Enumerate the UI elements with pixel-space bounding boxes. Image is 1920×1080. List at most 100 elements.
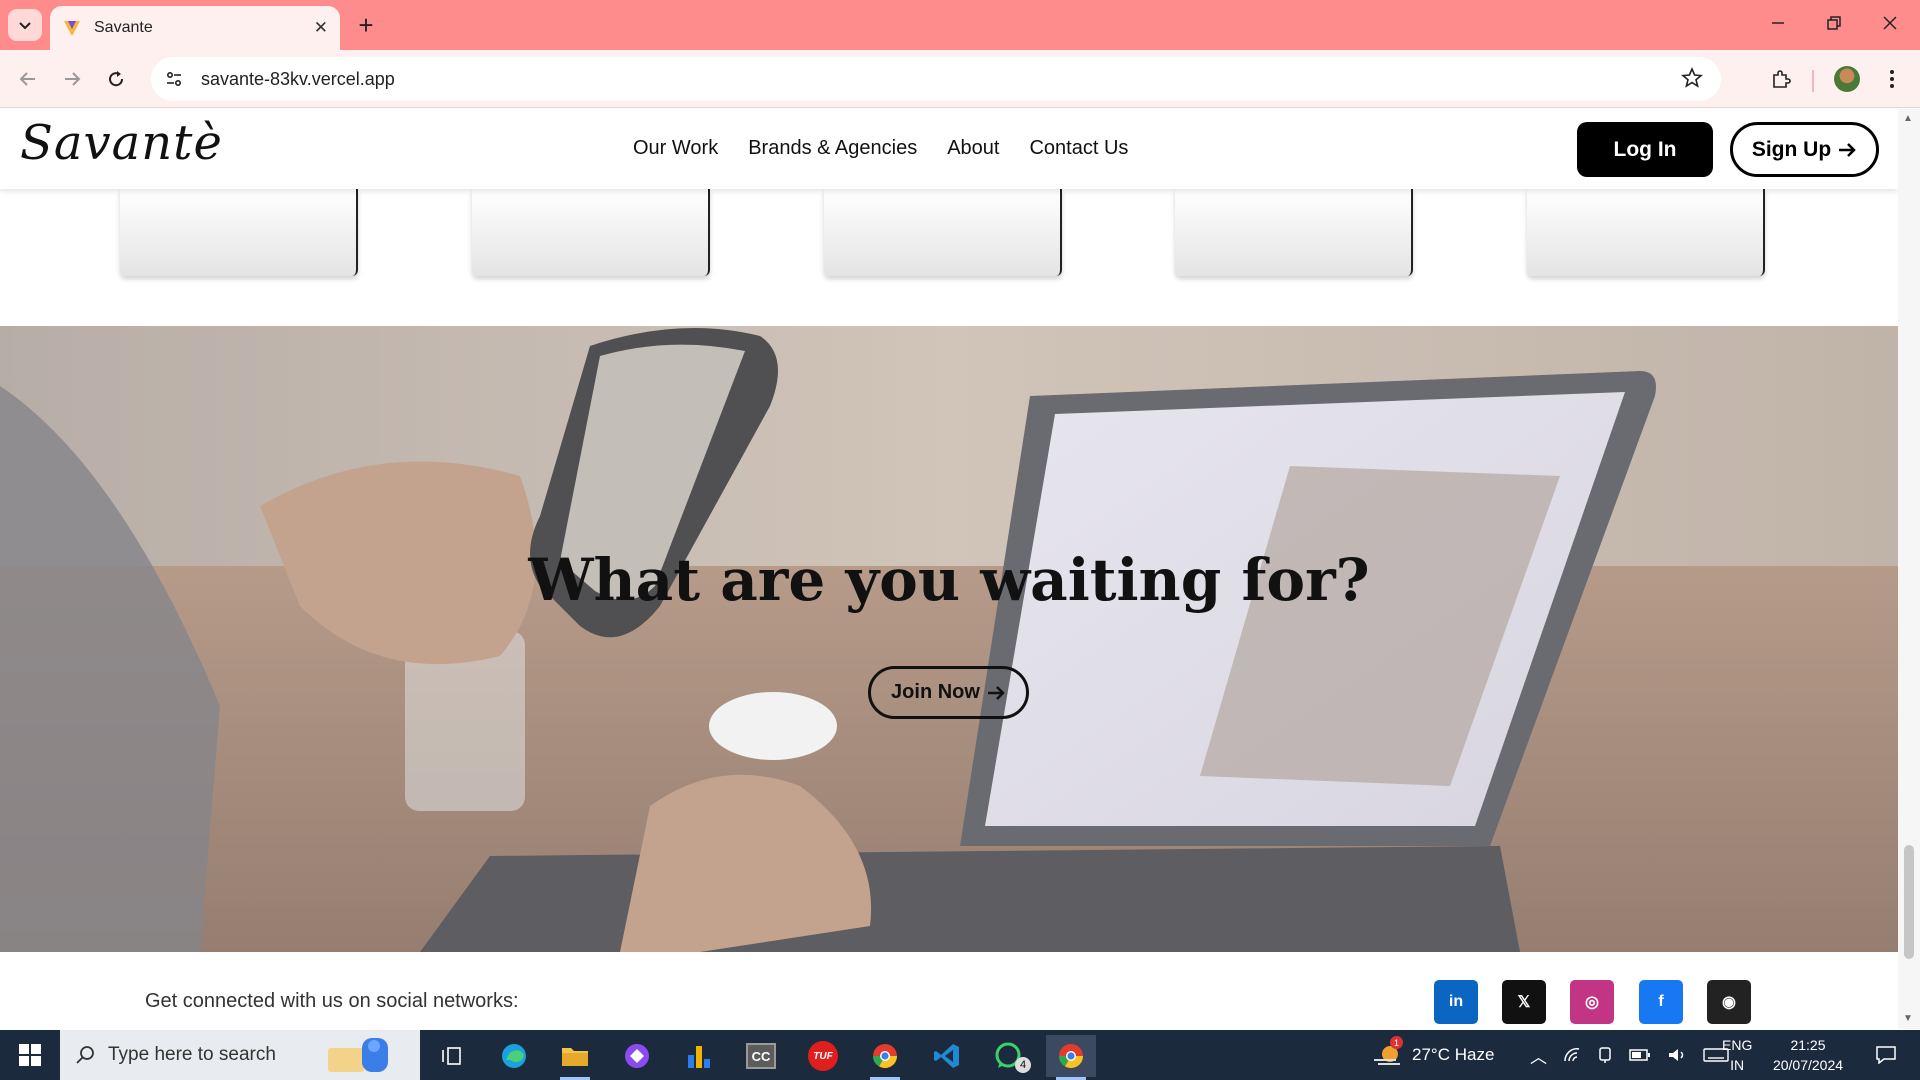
task-view-button[interactable] [427, 1035, 477, 1077]
edge-app[interactable] [489, 1035, 539, 1077]
savante-favicon-icon [64, 21, 80, 36]
cc-icon: CC [746, 1043, 776, 1069]
minimize-icon [1772, 22, 1784, 24]
battery-icon[interactable] [1629, 1048, 1651, 1062]
task-view-icon [442, 1047, 461, 1065]
chrome-app-active[interactable] [1046, 1035, 1096, 1080]
diamond-app-icon [625, 1044, 649, 1068]
charts-app[interactable] [674, 1035, 724, 1077]
weather-text: 27°C Haze [1412, 1045, 1495, 1064]
forward-button[interactable] [56, 63, 88, 95]
new-tab-button[interactable]: + [352, 12, 380, 40]
bookmark-star-icon[interactable] [1681, 66, 1703, 94]
notification-icon [1876, 1046, 1896, 1064]
visual-studio-app[interactable] [612, 1035, 662, 1077]
close-tab-icon[interactable]: ✕ [314, 18, 328, 38]
weather-badge: 1 [1390, 1036, 1403, 1049]
browser-toolbar: savante-83kv.vercel.app [0, 50, 1920, 108]
close-window-button[interactable] [1862, 10, 1918, 40]
nav-contact-us[interactable]: Contact Us [1029, 137, 1128, 160]
meet-now-icon[interactable] [1597, 1046, 1613, 1064]
linkedin-icon[interactable]: in [1434, 980, 1478, 1024]
volume-icon[interactable] [1667, 1047, 1687, 1063]
reload-button[interactable] [100, 63, 132, 95]
tuf-icon: TUF [808, 1041, 838, 1071]
feature-card [1527, 189, 1765, 276]
vscode-icon [934, 1044, 959, 1068]
chrome-icon [873, 1044, 897, 1069]
minimize-button[interactable] [1750, 10, 1806, 40]
tuf-app[interactable]: TUF [798, 1035, 848, 1077]
instagram-glyph: ◎ [1585, 994, 1599, 1011]
vscode-app[interactable] [922, 1035, 972, 1077]
hero-overlay [0, 326, 1898, 952]
weather-widget[interactable]: 1 27°C Haze [1372, 1030, 1494, 1080]
taskbar-search[interactable]: Type here to search [60, 1030, 420, 1080]
language-code: ENG [1722, 1037, 1753, 1053]
clock[interactable]: 21:25 20/07/2024 [1768, 1030, 1848, 1080]
site-logo[interactable]: Savantè [20, 115, 223, 171]
scroll-down-icon[interactable]: ▼ [1903, 1013, 1913, 1024]
login-label: Log In [1613, 137, 1677, 161]
nav-about[interactable]: About [947, 137, 999, 160]
signup-label: Sign Up [1751, 137, 1832, 161]
reload-icon [109, 71, 124, 87]
puzzle-icon [1773, 70, 1791, 88]
chrome-app[interactable] [860, 1035, 910, 1080]
join-now-label: Join Now [891, 681, 980, 703]
back-button[interactable] [12, 63, 44, 95]
search-icon [76, 1046, 94, 1064]
clock-time: 21:25 [1790, 1037, 1826, 1053]
facebook-glyph: f [1658, 993, 1664, 1010]
instagram-icon[interactable]: ◎ [1570, 980, 1614, 1024]
feature-card [472, 189, 710, 276]
github-glyph: ◉ [1722, 994, 1736, 1011]
linkedin-glyph: in [1448, 993, 1464, 1010]
page-scrollbar[interactable]: ▲ ▼ [1898, 109, 1920, 1029]
language-indicator[interactable]: ENG IN [1722, 1030, 1752, 1080]
signup-button[interactable]: Sign Up [1730, 122, 1879, 177]
more-vertical-icon [1890, 70, 1894, 88]
toolbar-separator [1812, 70, 1814, 92]
arrow-left-icon [19, 72, 35, 86]
region-code: IN [1730, 1057, 1745, 1073]
start-button[interactable] [0, 1030, 60, 1080]
feature-card [120, 189, 358, 276]
show-hidden-icons-chevron-icon[interactable]: ︿ [1530, 1043, 1547, 1068]
x-glyph: 𝕏 [1517, 994, 1531, 1011]
url-text: savante-83kv.vercel.app [201, 68, 395, 89]
site-header: Savantè Our Work Brands & Agencies About… [0, 109, 1898, 189]
hero-title: What are you waiting for? [528, 546, 1370, 614]
scroll-up-icon[interactable]: ▲ [1903, 113, 1913, 124]
facebook-icon[interactable]: f [1639, 980, 1683, 1024]
github-icon[interactable]: ◉ [1707, 980, 1751, 1024]
main-nav: Our Work Brands & Agencies About Contact… [633, 137, 1128, 160]
x-icon[interactable]: 𝕏 [1502, 980, 1546, 1024]
search-highlight-illustration-icon [328, 1038, 388, 1072]
browser-menu-button[interactable] [1876, 63, 1908, 95]
notifications-button[interactable] [1866, 1030, 1906, 1080]
address-bar[interactable]: savante-83kv.vercel.app [151, 57, 1721, 101]
file-explorer-app[interactable] [550, 1035, 600, 1080]
site-info-icon[interactable] [159, 64, 189, 94]
nav-brands-agencies[interactable]: Brands & Agencies [748, 137, 917, 160]
login-button[interactable]: Log In [1577, 122, 1713, 177]
cc-app[interactable]: CC [736, 1035, 786, 1077]
whatsapp-app[interactable]: 4 [984, 1035, 1034, 1077]
profile-button[interactable] [1831, 63, 1863, 95]
nav-our-work[interactable]: Our Work [633, 137, 718, 160]
close-icon [1883, 16, 1897, 30]
extensions-button[interactable] [1765, 63, 1797, 95]
tab-search-button[interactable] [8, 9, 42, 41]
browser-tabstrip: Savante ✕ + [0, 0, 1920, 50]
scrollbar-thumb[interactable] [1904, 845, 1914, 959]
folder-icon [562, 1048, 588, 1066]
join-now-button[interactable]: Join Now [868, 666, 1029, 719]
edge-icon [502, 1044, 526, 1068]
network-icon[interactable] [1563, 1047, 1581, 1063]
hero-section: What are you waiting for? Join Now [0, 326, 1898, 952]
restore-button[interactable] [1806, 10, 1862, 40]
arrow-right-icon [65, 72, 81, 86]
whatsapp-badge: 4 [1015, 1057, 1031, 1073]
browser-tab[interactable]: Savante ✕ [50, 6, 340, 50]
